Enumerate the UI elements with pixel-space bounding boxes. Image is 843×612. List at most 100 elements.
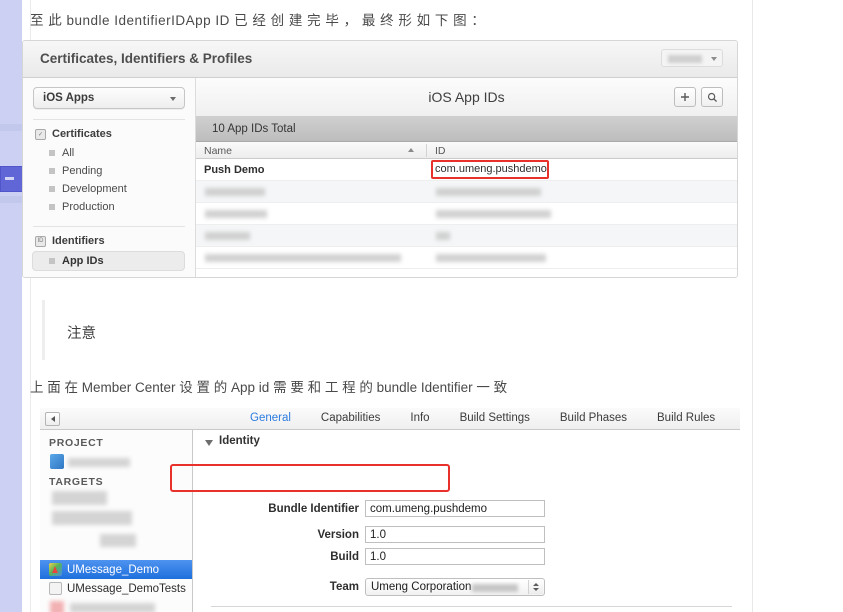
sidebar-item-production[interactable]: Production: [33, 198, 185, 216]
bundle-identifier-label: Bundle Identifier: [268, 502, 359, 515]
target-name-redacted: [52, 491, 107, 505]
table-row[interactable]: [196, 247, 737, 269]
column-header-id[interactable]: ID: [435, 145, 446, 157]
page-root: 至 此 bundle IdentifierIDApp ID 已 经 创 建 完 …: [0, 0, 843, 612]
bundle-id-highlight-box: [431, 160, 549, 179]
member-center-sidebar: iOS Apps ✓ Certificates All Pending Deve…: [23, 78, 196, 277]
team-label: Team: [329, 581, 359, 593]
identifier-icon: ID: [35, 235, 46, 247]
version-row: Version: [261, 526, 545, 543]
xcode-screenshot: General Capabilities Info Build Settings…: [40, 408, 740, 612]
search-button[interactable]: [701, 87, 723, 107]
list-header-bar: iOS App IDs: [196, 78, 737, 117]
certificate-icon: ✓: [35, 128, 46, 140]
xcode-tab-bar: General Capabilities Info Build Settings…: [40, 408, 740, 430]
left-app-rail: [0, 0, 23, 612]
target-name-redacted: [70, 603, 155, 612]
chevron-up-icon: [533, 583, 539, 586]
disclosure-triangle-icon[interactable]: [205, 440, 213, 446]
sidebar-item-label: All: [62, 147, 75, 159]
account-menu-button[interactable]: [661, 49, 723, 67]
target-umessage-demo[interactable]: UMessage_Demo: [40, 560, 192, 579]
navigator-toggle-button[interactable]: [45, 412, 60, 426]
row-name: Push Demo: [204, 164, 265, 176]
test-target-icon: [49, 582, 62, 595]
table-row[interactable]: Push Demo com.umeng.pushdemo: [196, 159, 737, 181]
column-header-name[interactable]: Name: [204, 145, 232, 157]
target-umessage-demotests[interactable]: UMessage_DemoTests: [40, 579, 192, 598]
sidebar-group-label: Identifiers: [52, 235, 105, 247]
table-column-header: Name ID: [196, 142, 737, 159]
sidebar-item-label: Development: [62, 183, 127, 195]
row-id-redacted: [436, 210, 551, 218]
sidebar-item-app-ids[interactable]: App IDs: [32, 251, 185, 271]
project-file-icon: [50, 454, 64, 469]
sidebar-item-all[interactable]: All: [33, 144, 185, 162]
sort-ascending-icon: [408, 148, 414, 152]
bullet-icon: [49, 204, 55, 210]
note-paragraph: 上 面 在 Member Center 设 置 的 App id 需 要 和 工…: [30, 380, 508, 395]
bundle-identifier-row: Bundle Identifier: [261, 500, 545, 517]
section-divider: [211, 606, 732, 607]
targets-section-header: TARGETS: [49, 476, 104, 488]
app-type-select[interactable]: iOS Apps: [33, 87, 185, 109]
table-row[interactable]: [196, 181, 737, 203]
sidebar-item-label: Pending: [62, 165, 103, 177]
tab-info[interactable]: Info: [410, 412, 429, 424]
add-app-id-button[interactable]: [674, 87, 696, 107]
project-name-redacted: [68, 458, 130, 467]
sidebar-item-development[interactable]: Development: [33, 180, 185, 198]
sidebar-item-label: App IDs: [62, 255, 104, 267]
chevron-left-icon: [50, 416, 55, 422]
tab-general[interactable]: General: [250, 412, 291, 424]
project-section-header: PROJECT: [49, 437, 104, 449]
sidebar-group-identifiers[interactable]: ID Identifiers: [33, 227, 185, 251]
page-title: Certificates, Identifiers & Profiles: [40, 51, 253, 66]
xcode-editor-pane: Identity Bundle Identifier Version Build…: [193, 430, 740, 612]
sidebar-group-certificates[interactable]: ✓ Certificates: [33, 120, 185, 144]
bundle-identifier-input[interactable]: [365, 500, 545, 517]
target-row-redacted[interactable]: [40, 511, 192, 534]
build-input[interactable]: [365, 548, 545, 565]
app-ids-count-bar: 10 App IDs Total: [196, 117, 737, 142]
team-select[interactable]: Umeng Corporation: [365, 578, 545, 596]
member-center-body: iOS Apps ✓ Certificates All Pending Deve…: [23, 78, 737, 277]
target-icon-redacted: [50, 601, 64, 612]
stepper-icon[interactable]: [528, 580, 543, 594]
row-name-redacted: [205, 188, 265, 196]
rail-item[interactable]: [0, 124, 22, 131]
target-row-redacted[interactable]: [40, 488, 192, 511]
column-divider: [426, 144, 427, 157]
member-center-titlebar: Certificates, Identifiers & Profiles: [23, 41, 737, 78]
sidebar-group-label: Certificates: [52, 128, 112, 140]
xcode-body: PROJECT TARGETS UMessage_Demo UMessage_D…: [40, 430, 740, 612]
version-input[interactable]: [365, 526, 545, 543]
row-id-redacted: [436, 254, 546, 262]
xcode-navigator: PROJECT TARGETS UMessage_Demo UMessage_D…: [40, 430, 193, 612]
sidebar-item-label: Production: [62, 201, 115, 213]
tab-build-phases[interactable]: Build Phases: [560, 412, 627, 424]
project-row[interactable]: [40, 451, 192, 472]
table-row[interactable]: [196, 203, 737, 225]
identity-section-title: Identity: [219, 435, 260, 447]
bullet-icon: [49, 258, 55, 264]
row-name-redacted: [205, 210, 267, 218]
team-row: Team Umeng Corporation: [261, 578, 545, 596]
target-name-redacted: [52, 511, 132, 525]
rail-item-label-blurred: [5, 177, 14, 180]
build-row: Build: [261, 548, 545, 565]
bullet-icon: [49, 168, 55, 174]
target-row-redacted[interactable]: [40, 598, 192, 612]
rail-item[interactable]: [0, 196, 22, 203]
tab-build-rules[interactable]: Build Rules: [657, 412, 715, 424]
tab-build-settings[interactable]: Build Settings: [460, 412, 530, 424]
bullet-icon: [49, 150, 55, 156]
sidebar-item-pending[interactable]: Pending: [33, 162, 185, 180]
bullet-icon: [49, 186, 55, 192]
table-row[interactable]: [196, 225, 737, 247]
rail-item-selected[interactable]: [0, 166, 23, 192]
target-row-redacted[interactable]: [40, 534, 192, 557]
list-header-buttons: [674, 87, 723, 107]
member-center-screenshot: Certificates, Identifiers & Profiles iOS…: [22, 40, 738, 278]
tab-capabilities[interactable]: Capabilities: [321, 412, 380, 424]
